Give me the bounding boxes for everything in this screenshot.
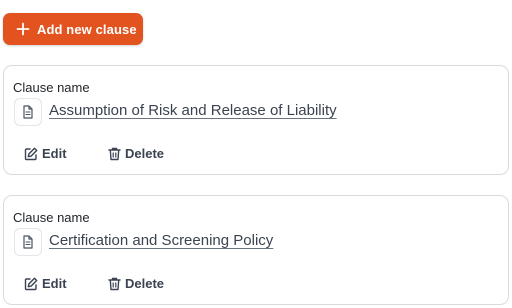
delete-label: Delete xyxy=(125,276,165,291)
delete-label: Delete xyxy=(125,146,165,161)
clause-name-label: Clause name xyxy=(13,210,90,225)
add-new-clause-label: Add new clause xyxy=(37,21,137,37)
clause-document-link[interactable]: Certification and Screening Policy xyxy=(49,232,273,249)
clause-document-link[interactable]: Assumption of Risk and Release of Liabil… xyxy=(49,102,337,119)
edit-label: Edit xyxy=(42,276,67,291)
document-icon xyxy=(14,228,42,256)
edit-button[interactable]: Edit xyxy=(24,276,67,291)
clause-name-label: Clause name xyxy=(13,80,90,95)
plus-icon xyxy=(16,22,30,36)
edit-icon xyxy=(24,277,38,290)
clause-card: Clause name Assumption of Risk and Relea… xyxy=(3,65,509,175)
edit-label: Edit xyxy=(42,146,67,161)
trash-icon xyxy=(108,277,121,290)
trash-icon xyxy=(108,147,121,160)
delete-button[interactable]: Delete xyxy=(108,276,164,291)
edit-icon xyxy=(24,147,38,160)
clause-card: Clause name Certification and Screening … xyxy=(3,195,509,305)
delete-button[interactable]: Delete xyxy=(108,146,164,161)
add-new-clause-button[interactable]: Add new clause xyxy=(3,13,143,45)
edit-button[interactable]: Edit xyxy=(24,146,67,161)
document-icon xyxy=(14,98,42,126)
